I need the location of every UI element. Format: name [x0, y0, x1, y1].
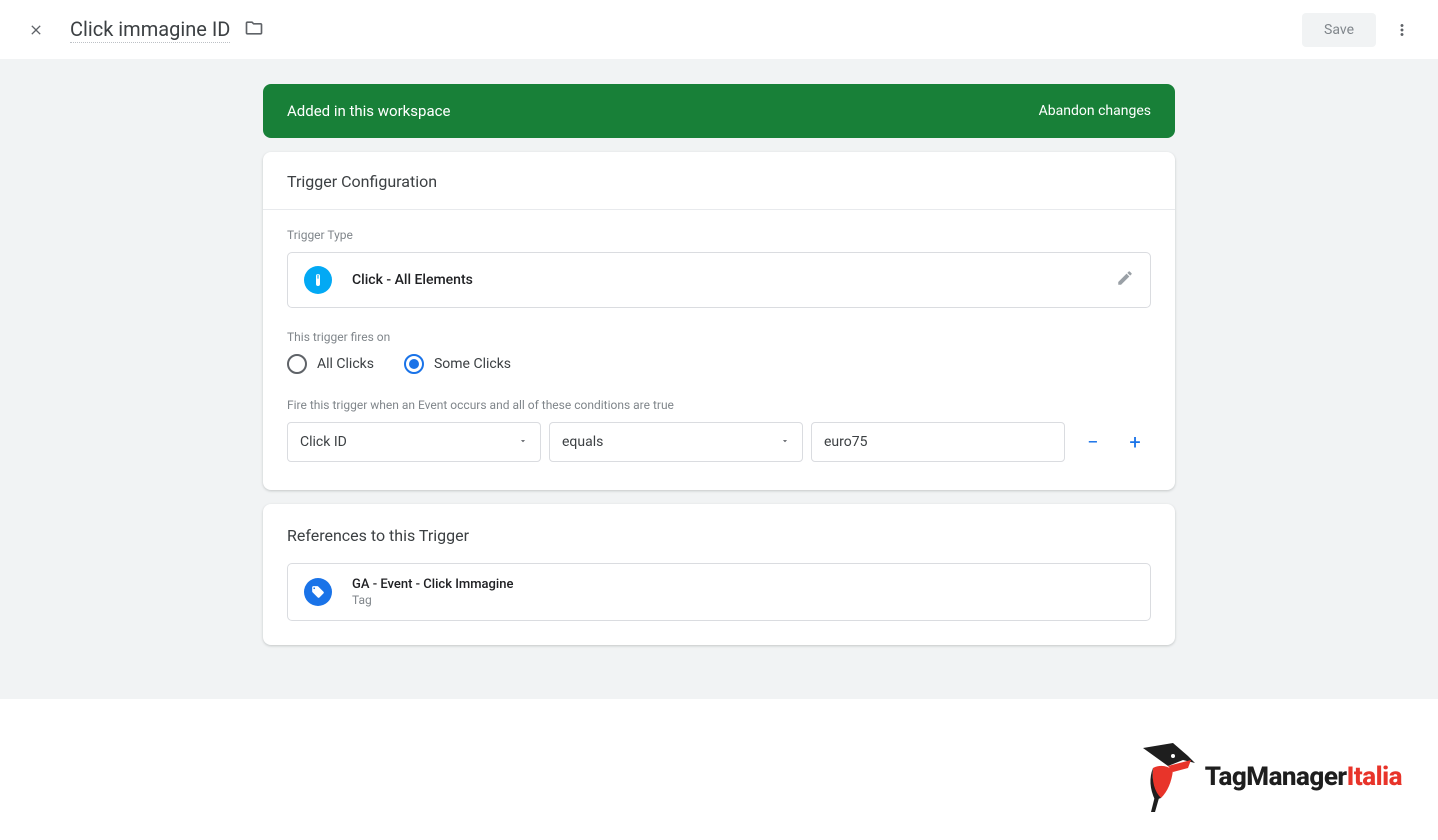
- radio-icon: [287, 354, 307, 374]
- radio-some-label: Some Clicks: [434, 356, 511, 372]
- reference-type: Tag: [352, 593, 513, 607]
- close-icon[interactable]: [24, 18, 48, 42]
- chevron-down-icon: [518, 434, 528, 450]
- chevron-down-icon: [780, 434, 790, 450]
- trigger-type-label: Trigger Type: [287, 228, 1151, 242]
- condition-value-input[interactable]: [811, 422, 1065, 462]
- condition-variable-value: Click ID: [300, 434, 347, 450]
- header-actions: Save: [1302, 13, 1414, 47]
- radio-icon: [404, 354, 424, 374]
- add-condition-icon[interactable]: +: [1121, 428, 1149, 456]
- abandon-changes-link[interactable]: Abandon changes: [1039, 103, 1151, 119]
- condition-operator-select[interactable]: equals: [549, 422, 803, 462]
- header-bar: Click immagine ID Save: [0, 0, 1438, 60]
- logo-text: TagManagerItalia: [1205, 762, 1402, 792]
- reference-item[interactable]: GA - Event - Click Immagine Tag: [287, 563, 1151, 621]
- condition-operator-value: equals: [562, 434, 603, 450]
- condition-row: Click ID equals − +: [287, 422, 1151, 462]
- page-title[interactable]: Click immagine ID: [70, 17, 230, 43]
- trigger-config-card: Trigger Configuration Trigger Type Click…: [263, 152, 1175, 490]
- trigger-type-selector[interactable]: Click - All Elements: [287, 252, 1151, 308]
- click-icon: [304, 266, 332, 294]
- fires-on-label: This trigger fires on: [287, 330, 1151, 344]
- banner-message: Added in this workspace: [287, 102, 450, 120]
- radio-all-label: All Clicks: [317, 356, 374, 372]
- remove-condition-icon[interactable]: −: [1079, 428, 1107, 456]
- reference-name: GA - Event - Click Immagine: [352, 577, 513, 592]
- trigger-config-title: Trigger Configuration: [263, 152, 1175, 210]
- body-area: Added in this workspace Abandon changes …: [0, 60, 1438, 699]
- title-wrap: Click immagine ID: [70, 17, 264, 43]
- radio-some-clicks[interactable]: Some Clicks: [404, 354, 511, 374]
- fires-on-radio-group: All Clicks Some Clicks: [287, 354, 1151, 374]
- trigger-type-value: Click - All Elements: [352, 272, 473, 288]
- tag-icon: [304, 578, 332, 606]
- references-title: References to this Trigger: [263, 504, 1175, 549]
- reference-text: GA - Event - Click Immagine Tag: [352, 577, 513, 607]
- pencil-icon[interactable]: [1116, 269, 1134, 291]
- condition-variable-select[interactable]: Click ID: [287, 422, 541, 462]
- conditions-label: Fire this trigger when an Event occurs a…: [287, 398, 1151, 412]
- workspace-banner: Added in this workspace Abandon changes: [263, 84, 1175, 138]
- save-button[interactable]: Save: [1302, 13, 1376, 47]
- footer-logo: TagManagerItalia: [1133, 738, 1402, 816]
- folder-icon[interactable]: [244, 18, 264, 42]
- radio-all-clicks[interactable]: All Clicks: [287, 354, 374, 374]
- more-icon[interactable]: [1390, 18, 1414, 42]
- references-card: References to this Trigger GA - Event - …: [263, 504, 1175, 645]
- woodpecker-icon: [1133, 738, 1197, 816]
